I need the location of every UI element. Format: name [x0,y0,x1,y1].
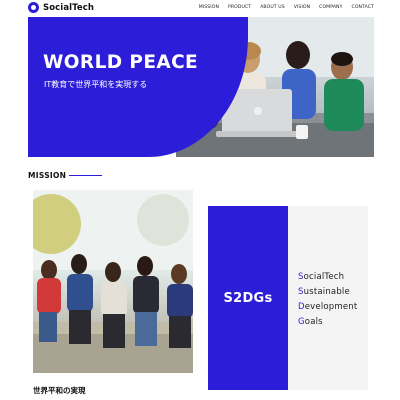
s2dgs-word: ocialTech [303,272,345,282]
mission-caption: 世界平和の実現 [33,386,86,395]
hero-banner: WORLD PEACE IT教育で世界平和を実現する [28,17,374,157]
s2dgs-word: ustainable [303,287,350,297]
nav-item-product[interactable]: PRODUCT [228,5,251,10]
s2dgs-card-panel: S2DGs [208,206,288,390]
nav-item-company[interactable]: COMPANY [319,5,342,10]
brand-logo[interactable]: SocialTech [28,2,94,13]
nav-item-about-us[interactable]: ABOUT US [260,5,285,10]
mission-underline [69,175,103,176]
nav-item-vision[interactable]: VISION [294,5,310,10]
s2dgs-card: S2DGs SocialTech Sustainable Development… [208,206,368,390]
mission-label: MISSION [28,171,67,180]
hero-subtitle: IT教育で世界平和を実現する [44,80,148,89]
nav-item-contact[interactable]: CONTACT [352,5,374,10]
mission-photo [33,190,193,373]
s2dgs-initial: D [298,302,305,312]
s2dgs-title: S2DGs [223,290,273,306]
s2dgs-line-sustainable: Sustainable [298,285,357,300]
socialtech-logo-icon [28,2,39,13]
s2dgs-word: evelopment [304,302,358,312]
s2dgs-initial: G [298,317,305,327]
s2dgs-line-socialtech: SocialTech [298,270,357,285]
s2dgs-word: oals [304,317,323,327]
s2dgs-line-goals: Goals [298,315,357,330]
nav-item-mission[interactable]: MISSION [199,5,219,10]
s2dgs-acronym-list: SocialTech Sustainable Development Goals [298,270,357,330]
group-of-friends-photo [33,190,193,373]
site-header: SocialTech MISSION PRODUCT ABOUT US VISI… [0,0,400,18]
hero-title: WORLD PEACE [43,52,199,73]
s2dgs-line-development: Development [298,300,357,315]
mission-heading: MISSION [28,171,103,180]
main-nav: MISSION PRODUCT ABOUT US VISION COMPANY … [199,5,374,10]
brand-name: SocialTech [43,2,95,13]
